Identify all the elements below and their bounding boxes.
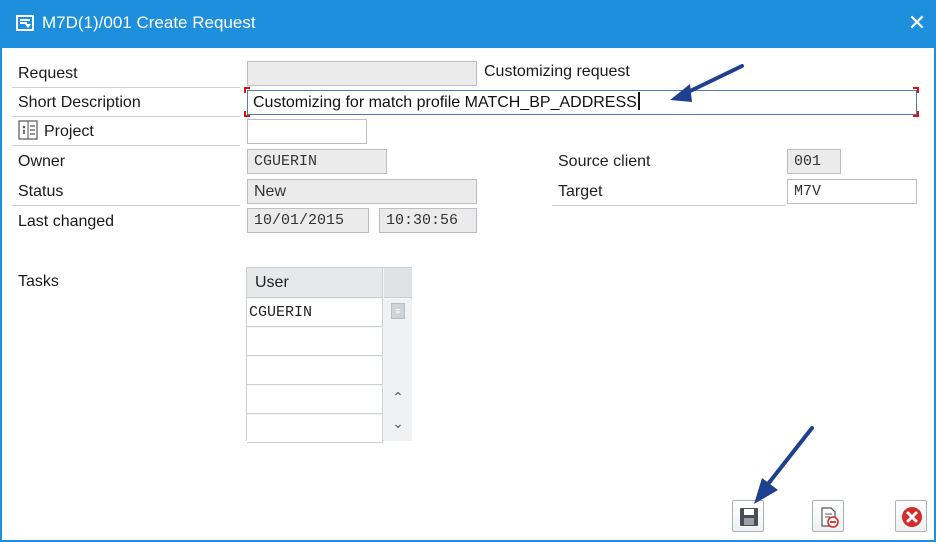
cancel-icon: [902, 507, 922, 527]
request-type-text: Customizing request: [484, 63, 630, 80]
required-marker: [913, 87, 919, 93]
cancel-button[interactable]: [895, 500, 927, 532]
user-column-header[interactable]: User: [247, 268, 383, 298]
scroll-down-icon[interactable]: ⌄: [388, 413, 408, 433]
annotation-arrow-icon: [754, 426, 814, 504]
window-title: M7D(1)/001 Create Request: [42, 13, 256, 32]
delete-entry-button[interactable]: [812, 500, 844, 532]
project-label-text: Project: [44, 123, 94, 140]
window-menu-icon[interactable]: [16, 15, 34, 31]
scroll-up-icon[interactable]: ⌃: [388, 387, 408, 407]
project-info-icon[interactable]: [18, 120, 38, 140]
owner-label: Owner: [18, 153, 66, 170]
required-marker: [244, 87, 250, 93]
document-remove-icon: [821, 507, 839, 528]
short-description-label: Short Description: [12, 90, 240, 117]
owner-field: CGUERIN: [247, 149, 387, 174]
source-client-label: Source client: [558, 153, 651, 170]
table-row[interactable]: [247, 357, 383, 385]
table-row[interactable]: [247, 328, 383, 356]
project-label[interactable]: Project: [12, 119, 240, 146]
tasks-label: Tasks: [18, 273, 59, 290]
create-request-dialog: M7D(1)/001 Create Request ✕ Request Cust…: [0, 0, 936, 542]
status-field: New: [247, 179, 477, 204]
table-row[interactable]: [247, 415, 383, 443]
last-changed-time-field: 10:30:56: [379, 208, 477, 233]
request-number-field: [247, 61, 477, 86]
last-changed-date-field: 10/01/2015: [247, 208, 369, 233]
request-label: Request: [12, 61, 240, 88]
status-label: Status: [12, 179, 240, 206]
table-row[interactable]: CGUERIN: [247, 299, 383, 327]
title-bar: M7D(1)/001 Create Request ✕: [2, 0, 936, 48]
last-changed-label: Last changed: [18, 213, 115, 230]
save-icon: [740, 508, 758, 526]
table-settings-corner[interactable]: [384, 268, 412, 298]
save-button[interactable]: [732, 500, 764, 532]
target-input[interactable]: M7V: [787, 179, 917, 204]
source-client-field: 001: [787, 149, 841, 174]
table-row[interactable]: [247, 386, 383, 414]
text-cursor: [637, 92, 640, 110]
scroll-handle[interactable]: ≡: [391, 303, 405, 319]
table-scrollbar[interactable]: ≡ ⌃ ⌄: [384, 299, 412, 441]
required-marker: [913, 111, 919, 117]
project-input[interactable]: [247, 119, 367, 144]
short-description-input[interactable]: Customizing for match profile MATCH_BP_A…: [247, 90, 917, 115]
short-description-text: Customizing for match profile MATCH_BP_A…: [253, 94, 637, 111]
close-icon[interactable]: ✕: [904, 9, 930, 37]
target-label: Target: [552, 179, 786, 206]
tasks-table: User CGUERIN ≡ ⌃ ⌄: [246, 267, 412, 443]
required-marker: [244, 111, 250, 117]
